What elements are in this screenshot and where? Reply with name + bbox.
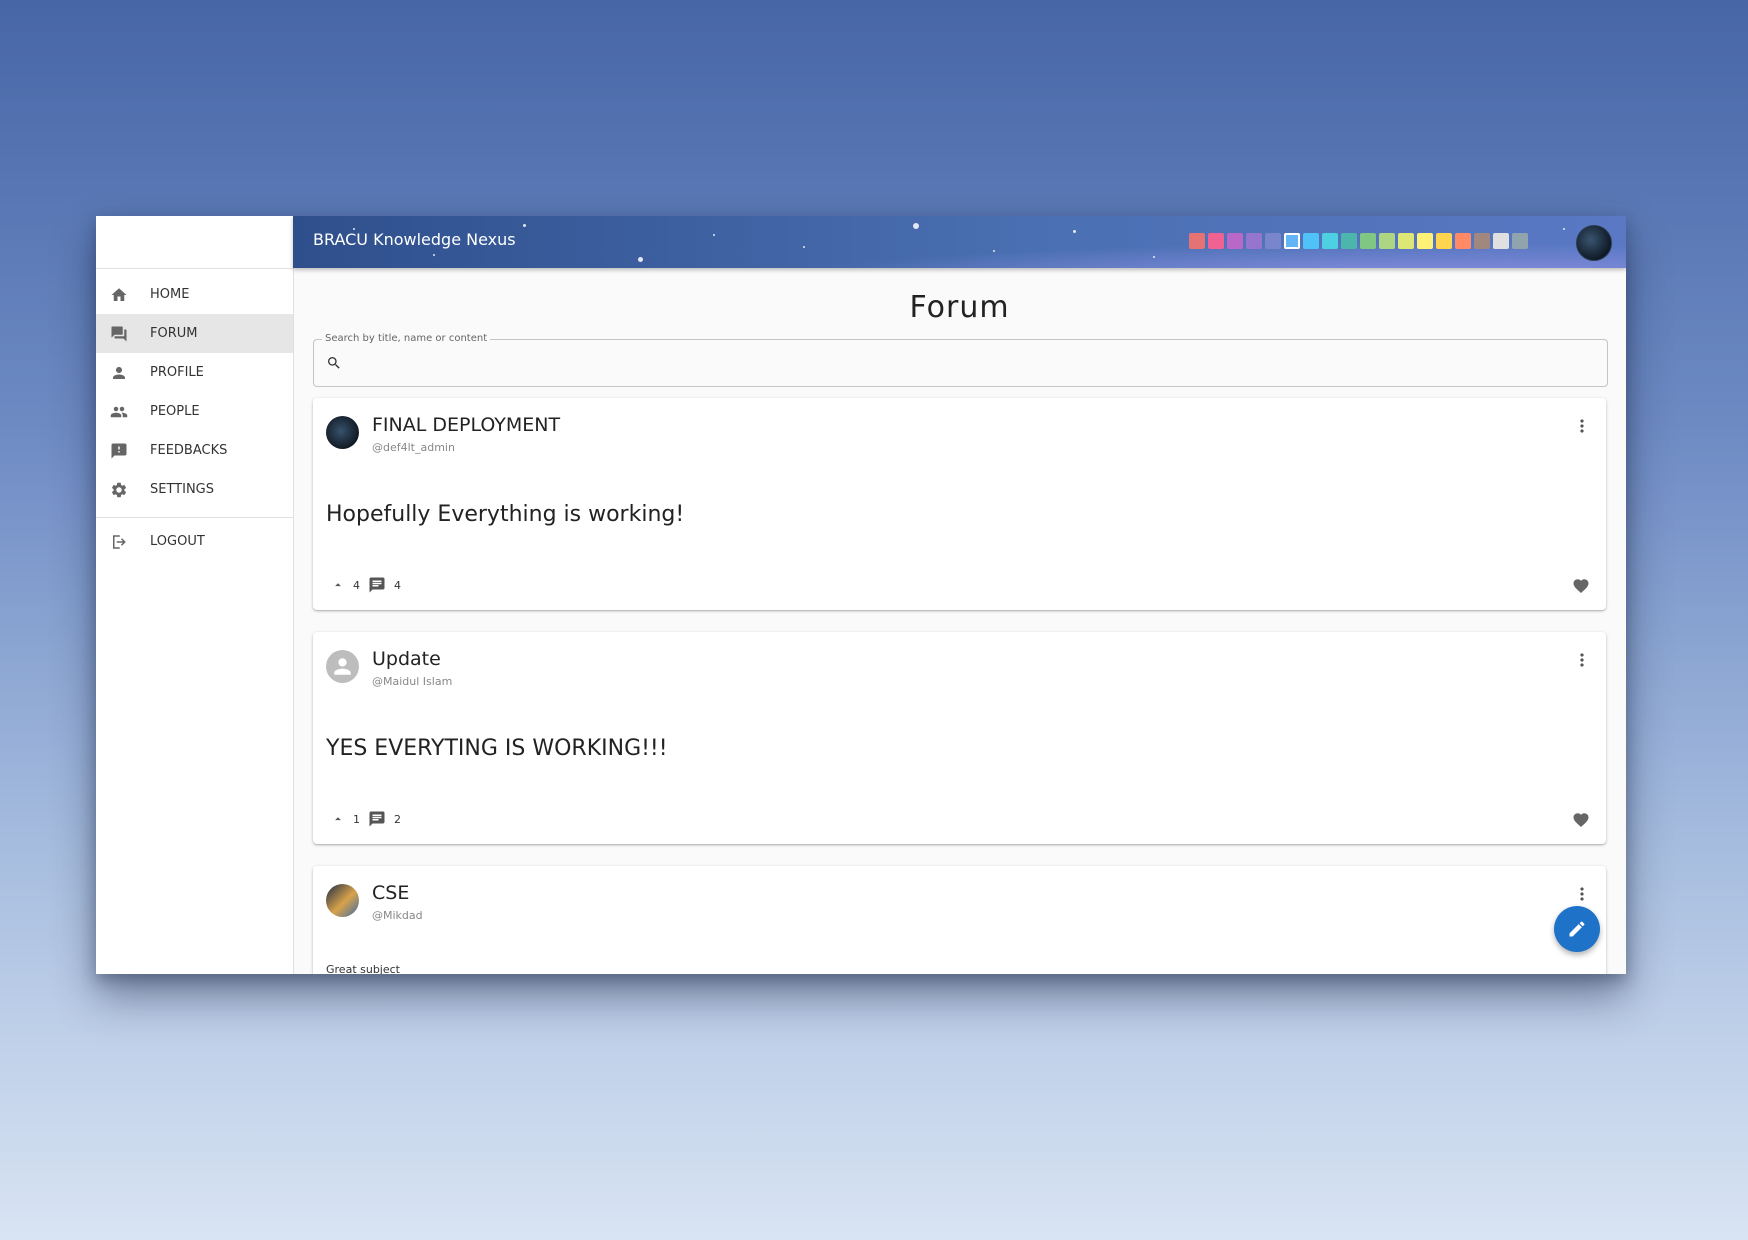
comment-count: 4 [394,578,401,592]
page-title: Forum [909,290,1010,325]
post-card: Update @Maidul Islam YES EVERYTING IS WO… [313,632,1606,844]
theme-color-swatch[interactable] [1303,233,1319,249]
people-icon [110,403,150,421]
more-options-icon[interactable] [1572,650,1592,670]
sidebar-item-profile[interactable]: PROFILE [96,353,293,392]
post-author[interactable]: @Maidul Islam [372,675,452,688]
theme-color-swatch[interactable] [1284,233,1300,249]
author-avatar[interactable] [326,416,359,449]
sidebar-item-label: PEOPLE [150,404,200,419]
sidebar-item-feedbacks[interactable]: FEEDBACKS [96,431,293,470]
theme-color-swatch[interactable] [1417,233,1433,249]
app-window: HOME FORUM PROFILE PEOPLE FEEDBACKS SETT… [96,216,1626,974]
search-input[interactable] [352,348,1596,378]
theme-color-swatch[interactable] [1360,233,1376,249]
sidebar-item-label: FEEDBACKS [150,443,228,458]
theme-color-swatch[interactable] [1341,233,1357,249]
upvote-icon[interactable] [331,578,345,592]
heart-icon[interactable] [1572,577,1590,595]
theme-color-swatch[interactable] [1208,233,1224,249]
comment-icon[interactable] [368,810,386,828]
sidebar-item-label: LOGOUT [150,534,205,549]
theme-color-swatch[interactable] [1322,233,1338,249]
app-bar: BRACU Knowledge Nexus [293,216,1626,268]
theme-color-swatch[interactable] [1379,233,1395,249]
sidebar-item-forum[interactable]: FORUM [96,314,293,353]
sidebar-item-home[interactable]: HOME [96,275,293,314]
comment-count: 2 [394,812,401,826]
main-content: Forum Search by title, name or content F… [293,268,1626,974]
more-options-icon[interactable] [1572,416,1592,436]
sidebar-item-label: PROFILE [150,365,204,380]
person-icon [110,364,150,382]
post-body: Hopefully Everything is working! [326,502,685,527]
sidebar-item-label: HOME [150,287,190,302]
post-author[interactable]: @def4lt_admin [372,441,455,454]
app-title: BRACU Knowledge Nexus [313,230,516,249]
new-post-button[interactable] [1554,906,1600,952]
theme-color-swatch[interactable] [1493,233,1509,249]
theme-color-swatch[interactable] [1455,233,1471,249]
feedback-icon [110,442,150,460]
heart-icon[interactable] [1572,811,1590,829]
post-card: CSE @Mikdad Great subject [313,866,1606,974]
theme-color-swatch[interactable] [1474,233,1490,249]
sidebar-item-label: SETTINGS [150,482,215,497]
sidebar-item-logout[interactable]: LOGOUT [96,522,293,561]
post-body: YES EVERYTING IS WORKING!!! [326,736,668,761]
post-author[interactable]: @Mikdad [372,909,423,922]
theme-color-swatch[interactable] [1227,233,1243,249]
sidebar-item-settings[interactable]: SETTINGS [96,470,293,509]
author-avatar[interactable] [326,884,359,917]
theme-color-picker [1189,233,1528,249]
post-title[interactable]: CSE [372,882,409,904]
post-actions: 4 4 [331,576,401,594]
theme-color-swatch[interactable] [1265,233,1281,249]
theme-color-swatch[interactable] [1398,233,1414,249]
post-title[interactable]: Update [372,648,441,670]
upvote-count: 4 [353,578,360,592]
sidebar-header [96,216,293,269]
theme-color-swatch[interactable] [1189,233,1205,249]
search-field: Search by title, name or content [313,333,1608,387]
theme-color-swatch[interactable] [1436,233,1452,249]
search-label: Search by title, name or content [322,333,491,344]
more-options-icon[interactable] [1572,884,1592,904]
post-title[interactable]: FINAL DEPLOYMENT [372,414,560,436]
pencil-icon [1569,921,1585,937]
upvote-icon[interactable] [331,812,345,826]
user-avatar[interactable] [1576,225,1612,261]
post-body: Great subject [326,963,400,974]
sidebar-divider [96,517,293,518]
home-icon [110,286,150,304]
logout-icon [110,533,150,551]
post-actions: 1 2 [331,810,401,828]
comment-icon[interactable] [368,576,386,594]
forum-icon [110,325,150,343]
theme-color-swatch[interactable] [1512,233,1528,249]
sidebar-item-label: FORUM [150,326,198,341]
post-card: FINAL DEPLOYMENT @def4lt_admin Hopefully… [313,398,1606,610]
search-icon [328,357,340,369]
gear-icon [110,481,150,499]
sidebar: HOME FORUM PROFILE PEOPLE FEEDBACKS SETT… [96,216,294,974]
sidebar-item-people[interactable]: PEOPLE [96,392,293,431]
author-avatar[interactable] [326,650,359,683]
theme-color-swatch[interactable] [1246,233,1262,249]
upvote-count: 1 [353,812,360,826]
